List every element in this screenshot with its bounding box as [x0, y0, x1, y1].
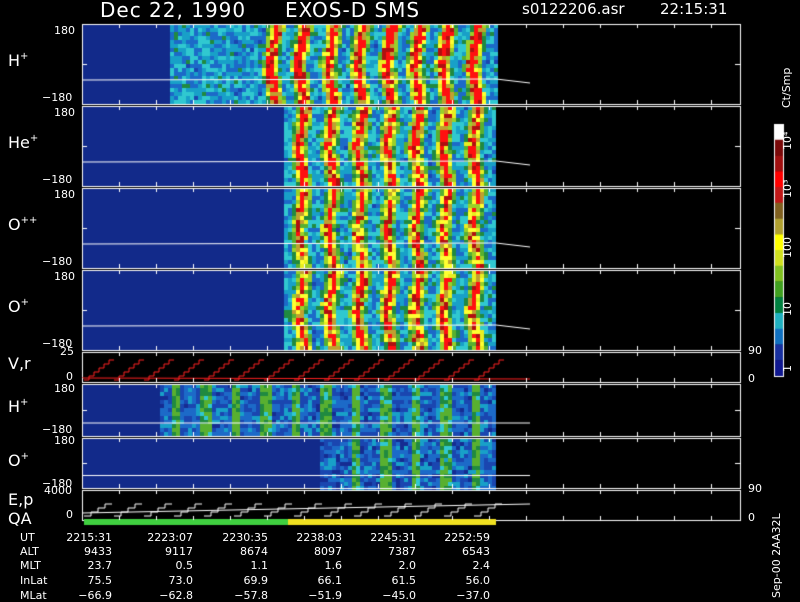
footer-value: 8674 — [240, 545, 268, 558]
footer-value: 6543 — [462, 545, 490, 558]
footer-value: −37.0 — [456, 589, 490, 602]
footer-value: 73.0 — [168, 574, 194, 587]
tick-bottom-hplus: −180 — [42, 91, 73, 104]
tick-top-ep: 4000 — [44, 484, 72, 497]
plot-time: 22:15:31 — [660, 0, 728, 18]
plot-date: Dec 22, 1990 — [100, 0, 247, 22]
panel-label-heplus: He+ — [8, 133, 39, 152]
footer-value: 1.6 — [324, 559, 343, 572]
footer-label: MLat — [20, 589, 47, 602]
tick-top-opp: 180 — [54, 188, 75, 201]
footer-value: 2223:07 — [147, 531, 193, 544]
tick-top-oplus2: 180 — [54, 434, 75, 447]
footer-value: 2215:31 — [66, 531, 112, 544]
tick-mid-ep: 0 — [66, 508, 73, 521]
colorbar-tick-100: 100 — [781, 237, 794, 258]
panel-label-hplus2: H+ — [8, 397, 29, 416]
footer-label: UT — [20, 531, 35, 544]
footer-value: −45.0 — [382, 589, 416, 602]
footer-value: 23.7 — [87, 559, 113, 572]
tick-right-bottom-ep: 0 — [748, 511, 755, 524]
tick-mid-vr: 0 — [66, 370, 73, 383]
footer-value: 2.0 — [398, 559, 417, 572]
footer-value: 2252:59 — [444, 531, 490, 544]
footer-value: −51.9 — [308, 589, 342, 602]
version-note: Sep-00 2AA32L — [770, 513, 783, 598]
footer-value: −66.9 — [78, 589, 112, 602]
footer-value: 69.9 — [243, 574, 269, 587]
colorbar-unit: Ct/Smp — [780, 67, 793, 108]
panel-label-vr: V,r — [8, 354, 31, 373]
spectrogram-canvas — [0, 0, 800, 600]
footer-value: −62.8 — [159, 589, 193, 602]
footer-value: −57.8 — [234, 589, 268, 602]
footer-label: MLT — [20, 559, 41, 572]
colorbar-tick-1: 1 — [781, 365, 794, 372]
footer-value: 7387 — [388, 545, 416, 558]
plot-file: s0122206.asr — [522, 0, 625, 18]
panel-label-qa: QA — [8, 509, 32, 528]
tick-bottom-opp: −180 — [42, 255, 73, 268]
footer-value: 1.1 — [250, 559, 269, 572]
colorbar-tick-10000: 10⁴ — [781, 131, 794, 150]
colorbar-tick-10: 10 — [781, 302, 794, 316]
plot-instrument: EXOS-D SMS — [285, 0, 421, 22]
footer-value: 2.4 — [472, 559, 491, 572]
panel-label-oplus: O+ — [8, 297, 29, 316]
footer-value: 0.5 — [175, 559, 194, 572]
tick-right-top-ep: 90 — [748, 482, 762, 495]
footer-value: 61.5 — [391, 574, 417, 587]
tick-top-oplus: 180 — [54, 270, 75, 283]
tick-right-top-vr: 90 — [748, 344, 762, 357]
tick-bottom-heplus: −180 — [42, 173, 73, 186]
tick-top-heplus: 180 — [54, 106, 75, 119]
footer-label: InLat — [20, 574, 48, 587]
footer-value: 75.5 — [87, 574, 113, 587]
panel-label-oplus2: O+ — [8, 451, 29, 470]
footer-value: 66.1 — [317, 574, 343, 587]
footer-value: 2245:31 — [370, 531, 416, 544]
footer-value: 56.0 — [465, 574, 491, 587]
footer-value: 9117 — [165, 545, 193, 558]
tick-top-hplus: 180 — [54, 24, 75, 37]
footer-value: 8097 — [314, 545, 342, 558]
footer-value: 9433 — [84, 545, 112, 558]
footer-value: 2230:35 — [222, 531, 268, 544]
colorbar-tick-1000: 10³ — [781, 179, 794, 198]
panel-label-ep: E,p — [8, 490, 34, 509]
footer-label: ALT — [20, 545, 39, 558]
tick-right-bottom-vr: 0 — [748, 372, 755, 385]
footer-value: 2238:03 — [296, 531, 342, 544]
tick-top-vr: 25 — [60, 345, 74, 358]
tick-top-hplus2: 180 — [54, 382, 75, 395]
panel-label-opp: O++ — [8, 215, 38, 234]
panel-label-hplus: H+ — [8, 51, 29, 70]
